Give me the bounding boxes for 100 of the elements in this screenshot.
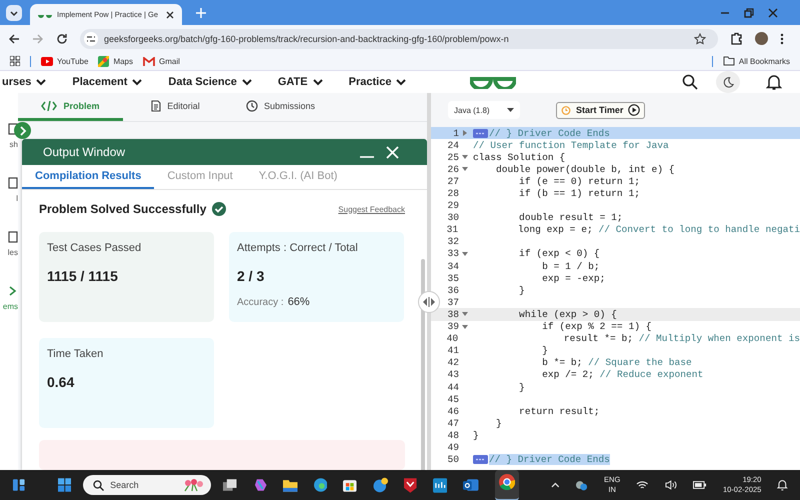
caret-icon	[507, 108, 514, 112]
bookmark-link[interactable]: Maps	[98, 56, 133, 66]
problem-tab[interactable]: Submissions	[228, 93, 333, 121]
shield-icon[interactable]	[404, 478, 417, 492]
folded-code-icon[interactable]	[473, 128, 488, 138]
chrome-icon[interactable]	[498, 474, 515, 490]
line-number: 45	[446, 394, 459, 405]
line-number: 31	[446, 224, 458, 236]
play-icon	[41, 56, 53, 66]
wifi-icon[interactable]	[636, 480, 649, 490]
code-line: double result = 1;	[518, 212, 623, 224]
stat-label: Time Taken	[47, 348, 104, 360]
sidebar-item[interactable]: les	[0, 231, 18, 257]
line-number: 50	[446, 454, 459, 466]
task-view-icon[interactable]	[223, 478, 238, 492]
bell-icon[interactable]	[766, 74, 782, 90]
start-timer-button[interactable]: Start Timer	[556, 102, 646, 118]
folder-icon	[722, 56, 735, 66]
fold-arrow-icon[interactable]	[462, 312, 468, 316]
code-line: result *= b; // Multiply when exponent is	[562, 333, 800, 344]
feedback-link[interactable]: Suggest Feedback	[338, 204, 405, 214]
code-line: }	[541, 345, 548, 356]
sidebar-item[interactable]: ems	[0, 285, 18, 311]
volume-icon[interactable]	[664, 480, 678, 490]
code-line: if (exp % 2 == 1) {	[541, 321, 652, 332]
fold-arrow-icon[interactable]	[463, 130, 467, 136]
code-line: return result;	[518, 406, 600, 417]
back-icon[interactable]	[8, 32, 20, 44]
line-number: 40	[446, 333, 458, 344]
address-field[interactable]: geeksforgeeks.org/batch/gfg-160-problems/track/recursion-and-backtracking-gfg-160/problem/powx-n	[80, 28, 718, 48]
document-icon	[151, 100, 162, 112]
sidebar-item[interactable]: l	[0, 177, 18, 203]
close-icon[interactable]	[768, 8, 778, 18]
restore-icon[interactable]	[744, 8, 754, 18]
nav-menu[interactable]: Practice	[348, 76, 406, 88]
chevron-up-icon[interactable]	[550, 482, 560, 488]
app-icon[interactable]	[432, 478, 448, 492]
folder-icon[interactable]	[283, 478, 298, 492]
store-icon[interactable]	[343, 478, 357, 492]
line-number: 29	[446, 200, 459, 212]
bookmark-star-icon[interactable]	[694, 32, 706, 44]
line-number: 35	[446, 272, 459, 284]
fold-arrow-icon[interactable]	[462, 324, 468, 329]
accuracy-value: 66%	[288, 296, 310, 308]
nav-menu[interactable]: urses	[2, 76, 46, 88]
extensions-icon[interactable]	[730, 32, 743, 45]
bookmark-link[interactable]: YouTube	[41, 56, 88, 66]
copilot-icon[interactable]	[254, 478, 268, 492]
sidebar-item[interactable]: sh	[0, 123, 18, 149]
map-pin-icon	[98, 56, 110, 66]
apps-icon[interactable]	[10, 56, 20, 66]
nav-menu[interactable]: GATE	[278, 76, 323, 88]
new-tab-icon[interactable]	[196, 8, 206, 18]
fold-arrow-icon[interactable]	[462, 155, 468, 160]
line-number: 44	[446, 382, 459, 393]
line-number: 34	[446, 260, 459, 272]
problem-tab[interactable]: Problem	[18, 93, 123, 121]
line-number: 26	[446, 164, 459, 175]
bookmark-link[interactable]: Gmail	[143, 56, 180, 66]
fold-arrow-icon[interactable]	[462, 252, 468, 256]
profile-avatar[interactable]	[755, 32, 768, 45]
alarm-clock-icon	[561, 105, 571, 115]
reload-icon[interactable]	[56, 32, 68, 44]
line-number: 47	[446, 418, 459, 429]
tab-list-button[interactable]	[6, 4, 22, 20]
site-settings-icon[interactable]	[84, 32, 98, 46]
cloud-icon[interactable]	[575, 480, 588, 490]
code-line: while (exp > 0) {	[518, 308, 617, 320]
taskbar-search-field[interactable]: Search	[83, 475, 212, 495]
expand-button[interactable]	[14, 122, 31, 139]
line-number: 37	[446, 296, 459, 308]
code-line: b = 1 / b;	[541, 260, 600, 272]
search-icon[interactable]	[682, 74, 698, 90]
language-dropdown[interactable]: Java (1.8)	[448, 101, 520, 119]
all-bookmarks-button[interactable]: All Bookmarks	[722, 56, 790, 66]
scrollbar[interactable]	[421, 259, 425, 470]
folded-code-icon[interactable]	[473, 455, 488, 464]
clock-icon	[246, 100, 258, 112]
stat-label: Test Cases Passed	[47, 242, 142, 254]
nav-menu[interactable]: Data Science	[168, 76, 252, 88]
sidebar-icon	[8, 231, 18, 243]
nav-menu[interactable]: Placement	[72, 76, 142, 88]
line-number: 24	[446, 140, 459, 151]
window-title: Output Window	[43, 145, 126, 160]
moon-icon	[722, 75, 734, 89]
battery-icon[interactable]	[693, 481, 707, 489]
menu-icon[interactable]	[780, 32, 784, 44]
windows-start-icon[interactable]	[58, 478, 72, 492]
close-icon[interactable]	[166, 10, 174, 18]
dark-mode-button[interactable]	[716, 71, 740, 93]
output-tab[interactable]: Compilation Results	[22, 165, 154, 189]
help-icon[interactable]	[372, 477, 388, 493]
sidebar-icon	[8, 177, 18, 189]
widgets-icon[interactable]	[12, 478, 26, 492]
line-number: 41	[446, 345, 459, 356]
browser-edge-icon[interactable]	[314, 478, 328, 492]
problem-tab[interactable]: Editorial	[123, 93, 228, 121]
mail-app-icon[interactable]	[463, 478, 479, 492]
line-number: 25	[446, 152, 459, 163]
fold-arrow-icon[interactable]	[462, 167, 468, 172]
